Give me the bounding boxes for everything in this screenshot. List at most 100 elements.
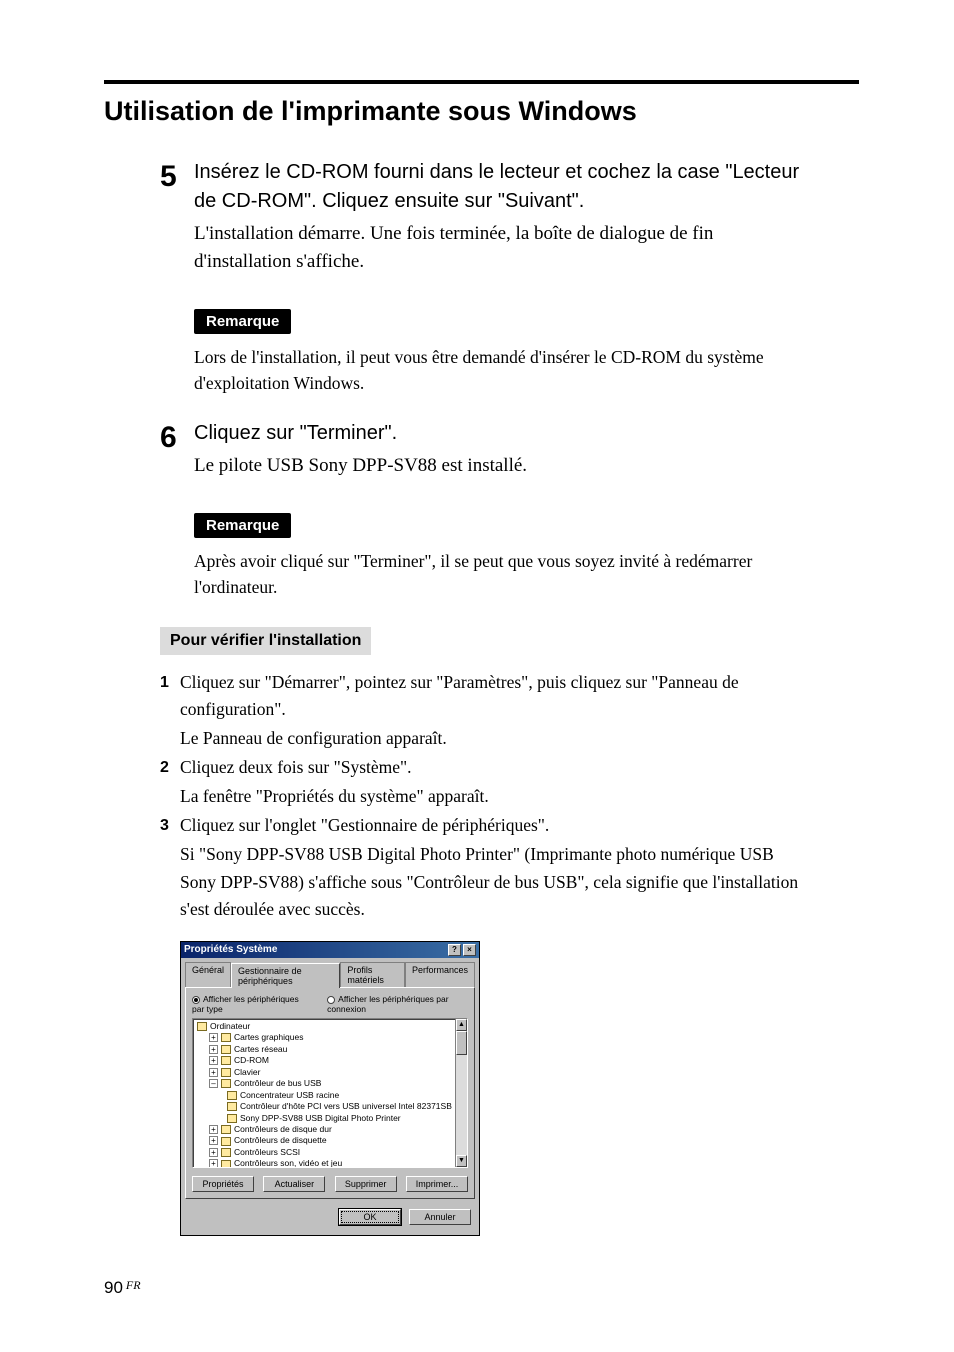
tree-node-sony-printer[interactable]: Sony DPP-SV88 USB Digital Photo Printer xyxy=(197,1113,467,1124)
dialog-titlebar: Propriétés Système ? × xyxy=(181,942,479,958)
remove-button[interactable]: Supprimer xyxy=(335,1176,397,1192)
usb-icon xyxy=(227,1091,237,1100)
expand-icon[interactable]: + xyxy=(209,1033,218,1042)
tree-label: CD-ROM xyxy=(234,1055,269,1065)
content-block: 5 Insérez le CD-ROM fourni dans le lecte… xyxy=(160,158,809,1236)
expand-icon[interactable]: + xyxy=(209,1068,218,1077)
device-icon xyxy=(221,1056,231,1065)
help-icon[interactable]: ? xyxy=(448,944,461,956)
verify-item-text: Cliquez deux fois sur "Système". xyxy=(180,754,809,781)
dialog-ok-row: OK Annuler xyxy=(181,1203,479,1235)
step-followup: L'installation démarre. Une fois terminé… xyxy=(194,220,809,275)
tree-label: Contrôleur d'hôte PCI vers USB universel… xyxy=(240,1101,452,1111)
step-number: 6 xyxy=(160,419,194,480)
tree-node[interactable]: + CD-ROM xyxy=(197,1055,467,1066)
scrollbar[interactable]: ▲ ▼ xyxy=(455,1019,467,1167)
device-icon xyxy=(221,1033,231,1042)
scroll-thumb[interactable] xyxy=(456,1031,467,1055)
tree-label: Contrôleurs de disquette xyxy=(234,1135,327,1145)
tab-performances[interactable]: Performances xyxy=(405,962,475,987)
step-body: Insérez le CD-ROM fourni dans le lecteur… xyxy=(194,158,809,275)
verify-header: Pour vérifier l'installation xyxy=(160,627,371,655)
expand-icon[interactable]: + xyxy=(209,1056,218,1065)
expand-icon[interactable]: + xyxy=(209,1136,218,1145)
note-label: Remarque xyxy=(194,513,291,538)
tab-general[interactable]: Général xyxy=(185,962,231,987)
device-icon xyxy=(221,1068,231,1077)
step-instruction: Insérez le CD-ROM fourni dans le lecteur… xyxy=(194,158,809,216)
verify-item-sub: Le Panneau de configuration apparaît. xyxy=(180,725,809,752)
radio-icon xyxy=(192,996,200,1004)
tree-node[interactable]: +Contrôleurs son, vidéo et jeu xyxy=(197,1158,467,1167)
scroll-down-icon[interactable]: ▼ xyxy=(456,1155,467,1167)
tree-label: Cartes graphiques xyxy=(234,1032,303,1042)
print-button[interactable]: Imprimer... xyxy=(406,1176,468,1192)
device-icon xyxy=(221,1148,231,1157)
verify-item-num: 2 xyxy=(160,754,180,810)
page-lang: FR xyxy=(126,1278,141,1292)
tree-label: Sony DPP-SV88 USB Digital Photo Printer xyxy=(240,1113,401,1123)
tree-node-child[interactable]: Contrôleur d'hôte PCI vers USB universel… xyxy=(197,1101,467,1112)
properties-button[interactable]: Propriétés xyxy=(192,1176,254,1192)
tree-node[interactable]: + Cartes graphiques xyxy=(197,1032,467,1043)
verify-item-text: Cliquez sur "Démarrer", pointez sur "Par… xyxy=(180,669,809,723)
usb-icon xyxy=(227,1102,237,1111)
device-icon xyxy=(221,1137,231,1146)
step-number: 5 xyxy=(160,158,194,275)
tree-label: Concentrateur USB racine xyxy=(240,1090,339,1100)
verify-item: 3 Cliquez sur l'onglet "Gestionnaire de … xyxy=(160,812,809,923)
ok-button[interactable]: OK xyxy=(339,1209,401,1225)
verify-item-text: Cliquez sur l'onglet "Gestionnaire de pé… xyxy=(180,812,809,839)
radio-label: Afficher les périphériques par connexion xyxy=(327,994,448,1014)
view-radios: Afficher les périphériques par type Affi… xyxy=(192,994,468,1014)
device-tree[interactable]: Ordinateur + Cartes graphiques +Cartes ré… xyxy=(192,1018,468,1168)
verify-item-sub: La fenêtre "Propriétés du système" appar… xyxy=(180,783,809,810)
tree-node[interactable]: + Contrôleurs de disquette xyxy=(197,1135,467,1146)
dialog-tabs: Général Gestionnaire de périphériques Pr… xyxy=(181,958,479,987)
computer-icon xyxy=(197,1022,207,1031)
verify-item-num: 1 xyxy=(160,669,180,752)
note-text: Lors de l'installation, il peut vous êtr… xyxy=(194,344,809,397)
tree-node-child[interactable]: Concentrateur USB racine xyxy=(197,1090,467,1101)
usb-icon xyxy=(221,1079,231,1088)
tree-label: Contrôleur de bus USB xyxy=(234,1078,321,1088)
expand-icon[interactable]: + xyxy=(209,1148,218,1157)
scroll-up-icon[interactable]: ▲ xyxy=(456,1019,467,1031)
step-5: 5 Insérez le CD-ROM fourni dans le lecte… xyxy=(160,158,809,275)
verify-list: 1 Cliquez sur "Démarrer", pointez sur "P… xyxy=(160,669,809,923)
top-rule xyxy=(104,80,859,84)
tree-node[interactable]: +Clavier xyxy=(197,1067,467,1078)
step-body: Cliquez sur "Terminer". Le pilote USB So… xyxy=(194,419,809,480)
cancel-button[interactable]: Annuler xyxy=(409,1209,471,1225)
tree-label: Ordinateur xyxy=(210,1021,250,1031)
verify-item-body: Cliquez deux fois sur "Système". La fenê… xyxy=(180,754,809,810)
usb-icon xyxy=(227,1114,237,1123)
radio-by-connection[interactable]: Afficher les périphériques par connexion xyxy=(327,994,468,1014)
tree-node[interactable]: + Contrôleurs de disque dur xyxy=(197,1124,467,1135)
expand-icon[interactable]: + xyxy=(209,1159,218,1167)
tree-label: Contrôleurs de disque dur xyxy=(234,1124,332,1134)
tab-profiles[interactable]: Profils matériels xyxy=(340,962,405,987)
close-icon[interactable]: × xyxy=(463,944,476,956)
page-footer: 90FR xyxy=(104,1278,141,1298)
verify-item-body: Cliquez sur "Démarrer", pointez sur "Par… xyxy=(180,669,809,752)
collapse-icon[interactable]: – xyxy=(209,1079,218,1088)
dialog-panel: Afficher les périphériques par type Affi… xyxy=(185,987,475,1199)
expand-icon[interactable]: + xyxy=(209,1125,218,1134)
tree-node[interactable]: +Cartes réseau xyxy=(197,1044,467,1055)
expand-icon[interactable]: + xyxy=(209,1045,218,1054)
tree-node[interactable]: +Contrôleurs SCSI xyxy=(197,1147,467,1158)
device-icon xyxy=(221,1045,231,1054)
tree-node-usb[interactable]: – Contrôleur de bus USB xyxy=(197,1078,467,1089)
tree-node-root[interactable]: Ordinateur xyxy=(197,1021,467,1032)
dialog-title: Propriétés Système xyxy=(184,944,277,955)
refresh-button[interactable]: Actualiser xyxy=(263,1176,325,1192)
radio-label: Afficher les périphériques par type xyxy=(192,994,299,1014)
verify-item-num: 3 xyxy=(160,812,180,923)
note-label: Remarque xyxy=(194,309,291,334)
radio-by-type[interactable]: Afficher les périphériques par type xyxy=(192,994,313,1014)
tab-device-manager[interactable]: Gestionnaire de périphériques xyxy=(231,963,340,988)
verify-item-sub: Si "Sony DPP-SV88 USB Digital Photo Prin… xyxy=(180,841,809,922)
system-properties-dialog: Propriétés Système ? × Général Gestionna… xyxy=(180,941,480,1236)
page-title: Utilisation de l'imprimante sous Windows xyxy=(104,96,637,127)
